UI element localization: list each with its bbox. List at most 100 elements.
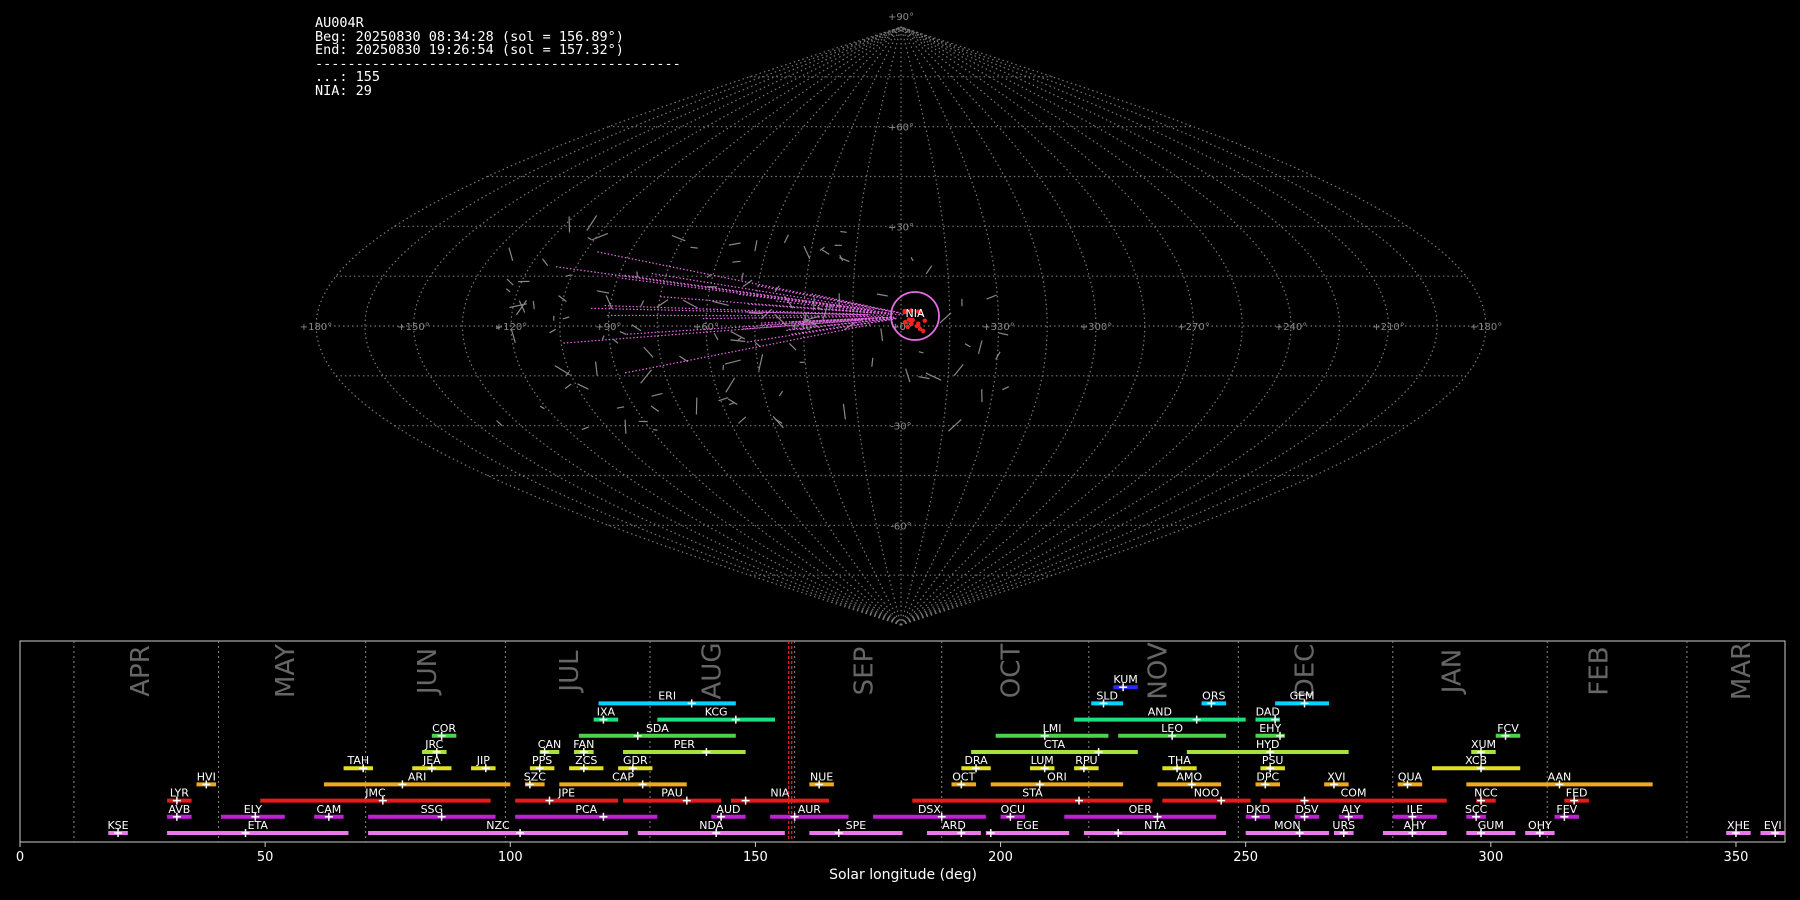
shower-label: TAH <box>346 754 369 767</box>
shower-label: KSE <box>107 819 128 832</box>
shower-label: RPU <box>1075 754 1097 767</box>
shower-label: URS <box>1332 819 1355 832</box>
shower-label: DAD <box>1256 706 1280 719</box>
shower-label: GDR <box>623 754 648 767</box>
shower-label: SCC <box>1465 803 1488 816</box>
shower-label: HYD <box>1256 738 1279 751</box>
x-tick-label: 50 <box>257 850 274 865</box>
shower-label: JIP <box>476 754 490 767</box>
shower-label: ARI <box>408 770 426 783</box>
x-tick-label: 150 <box>743 850 768 865</box>
shower-label: SPE <box>846 819 867 832</box>
shower-label: QUA <box>1398 770 1423 783</box>
x-tick-label: 0 <box>16 850 24 865</box>
month-label: JUL <box>555 650 585 694</box>
shower-label: FED <box>1566 787 1588 800</box>
shower-label: FCV <box>1497 722 1519 735</box>
shower-label: MON <box>1274 819 1300 832</box>
shower-label: KUM <box>1113 673 1137 686</box>
month-label: OCT <box>996 644 1026 699</box>
shower-label: LMI <box>1043 722 1062 735</box>
shower-label: SDA <box>646 722 669 735</box>
shower-label: NOO <box>1194 787 1220 800</box>
shower-label: ARD <box>942 819 966 832</box>
shower-label: JPE <box>557 787 575 800</box>
shower-label: KCG <box>705 706 728 719</box>
shower-label: EHY <box>1259 722 1281 735</box>
month-label: AUG <box>697 643 727 700</box>
month-label: APR <box>126 645 156 697</box>
shower-label: NIA <box>770 787 789 800</box>
shower-label: ETA <box>248 819 269 832</box>
month-label: MAY <box>271 644 301 698</box>
shower-label: LEO <box>1161 722 1183 735</box>
shower-timeline: APR MAY JUN JUL AUG SEP OCT NOV DEC JAN FEB MARKUME… <box>16 640 1786 865</box>
shower-label: DSV <box>1295 803 1318 816</box>
month-label: NOV <box>1143 642 1173 699</box>
shower-label: OCU <box>1001 803 1025 816</box>
shower-label: GUM <box>1478 819 1504 832</box>
shower-label: NUE <box>810 770 833 783</box>
shower-label: OCT <box>952 770 975 783</box>
shower-label: PER <box>674 738 696 751</box>
x-tick-label: 350 <box>1724 850 1749 865</box>
shower-label: NCC <box>1474 787 1498 800</box>
shower-label: COR <box>432 722 456 735</box>
shower-label: XVI <box>1327 770 1345 783</box>
shower-label: LUM <box>1031 754 1054 767</box>
shower-label: THA <box>1167 754 1191 767</box>
shower-label: FEV <box>1556 803 1577 816</box>
shower-label: AUR <box>798 803 822 816</box>
shower-label: AUD <box>716 803 740 816</box>
shower-label: DRA <box>964 754 988 767</box>
shower-label: NZC <box>486 819 510 832</box>
shower-label: PPS <box>532 754 552 767</box>
shower-label: NDA <box>699 819 724 832</box>
shower-label: PCA <box>575 803 597 816</box>
shower-label: ERI <box>658 689 676 702</box>
shower-label: EVI <box>1764 819 1782 832</box>
shower-label: EGE <box>1016 819 1038 832</box>
month-label: MAR <box>1727 642 1757 700</box>
x-tick-label: 300 <box>1478 850 1503 865</box>
shower-label: SSG <box>421 803 444 816</box>
shower-label: ALY <box>1342 803 1361 816</box>
shower-label: NTA <box>1144 819 1166 832</box>
shower-label: FAN <box>573 738 594 751</box>
shower-label: ELY <box>244 803 263 816</box>
shower-label: JEA <box>422 754 441 767</box>
shower-label: CAM <box>317 803 342 816</box>
month-label: SEP <box>849 647 879 696</box>
shower-label: AND <box>1148 706 1172 719</box>
shower-label: CTA <box>1044 738 1066 751</box>
shower-label: AVB <box>168 803 190 816</box>
month-label: JAN <box>1438 649 1468 695</box>
shower-label: XHE <box>1727 819 1750 832</box>
shower-label: CAP <box>612 770 634 783</box>
shower-label: DKD <box>1246 803 1270 816</box>
shower-label: ZCS <box>575 754 597 767</box>
shower-label: PAU <box>661 787 683 800</box>
shower-label: SLD <box>1096 689 1118 702</box>
shower-label: DSX <box>918 803 941 816</box>
shower-label: XUM <box>1471 738 1496 751</box>
shower-label: OHY <box>1528 819 1552 832</box>
shower-label: OER <box>1129 803 1153 816</box>
x-axis-label: Solar longitude (deg) <box>829 867 977 883</box>
month-label: FEB <box>1585 646 1615 695</box>
x-tick-label: 100 <box>498 850 523 865</box>
shower-label: AAN <box>1548 770 1572 783</box>
shower-label: JMC <box>364 787 386 800</box>
shower-label: IXA <box>597 706 616 719</box>
shower-label: DPC <box>1256 770 1279 783</box>
shower-label: JRC <box>424 738 443 751</box>
shower-label: LYR <box>170 787 189 800</box>
shower-label: COM <box>1341 787 1367 800</box>
shower-label: ORS <box>1202 689 1225 702</box>
month-label: JUN <box>413 648 443 696</box>
shower-label: AHY <box>1404 819 1427 832</box>
x-tick-label: 200 <box>988 850 1013 865</box>
shower-label: CAN <box>538 738 561 751</box>
shower-label: GEM <box>1290 689 1315 702</box>
shower-label: HVI <box>197 770 216 783</box>
